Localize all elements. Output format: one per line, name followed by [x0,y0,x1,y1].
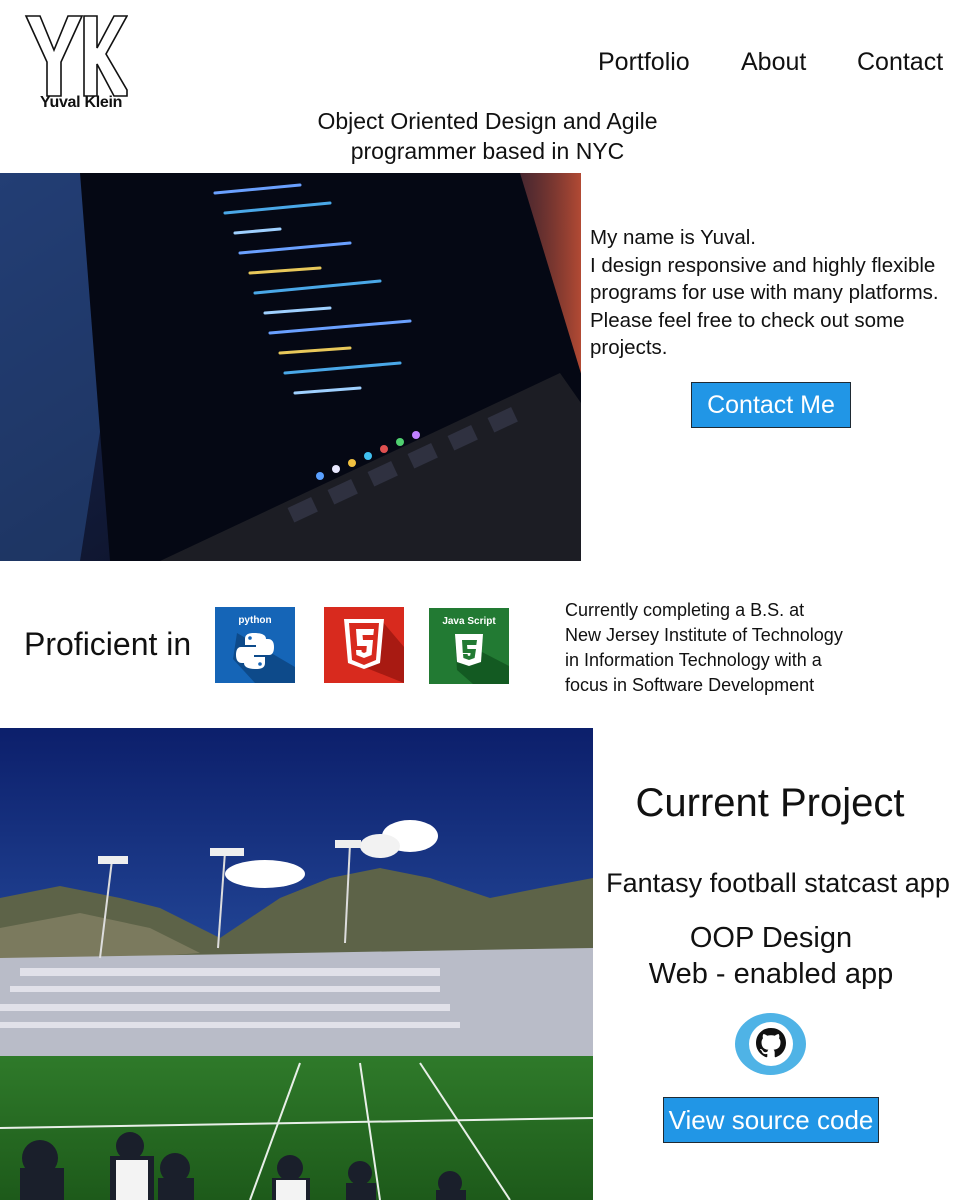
nav-contact[interactable]: Contact [857,48,943,77]
tagline-line-2: programmer based in NYC [350,138,625,164]
tagline: Object Oriented Design and Agile program… [300,106,675,166]
project-feature-web: Web - enabled app [648,958,894,990]
bio-text: I design responsive and highly flexible … [590,253,939,360]
education-text: Currently completing a B.S. at New Jerse… [565,598,895,698]
github-link[interactable] [735,1013,806,1075]
proficient-heading: Proficient in [24,626,192,662]
project-features: OOP Design Web - enabled app [600,920,942,992]
tagline-line-1: Object Oriented Design and Agile [317,108,658,134]
python-label: python [238,615,272,626]
nav-about[interactable]: About [741,48,806,77]
contact-me-button[interactable]: Contact Me [691,382,851,428]
bio: My name is Yuval. I design responsive an… [590,224,960,362]
bio-greeting: My name is Yuval. [590,226,756,249]
view-source-button[interactable]: View source code [663,1097,879,1143]
nav-portfolio[interactable]: Portfolio [598,48,690,77]
project-feature-oop: OOP Design [689,922,853,954]
education-line-3: in Information Technology with a [565,650,822,670]
project-title: Current Project [635,781,905,825]
javascript-label: Java Script [442,616,496,627]
github-icon [748,1022,793,1066]
laptop-code-photo [0,173,581,561]
html5-icon [324,607,404,683]
project-app-name: Fantasy football statcast app [606,868,950,898]
football-stadium-photo [0,728,593,1200]
education-line-2: New Jersey Institute of Technology [565,625,843,645]
javascript-icon: Java Script [429,608,509,684]
education-line-1: Currently completing a B.S. at [565,600,805,620]
yk-logo-icon [24,15,128,97]
education-line-4: focus in Software Development [565,675,815,695]
python-icon: python [215,607,295,683]
logo-name: Yuval Klein [40,94,123,111]
